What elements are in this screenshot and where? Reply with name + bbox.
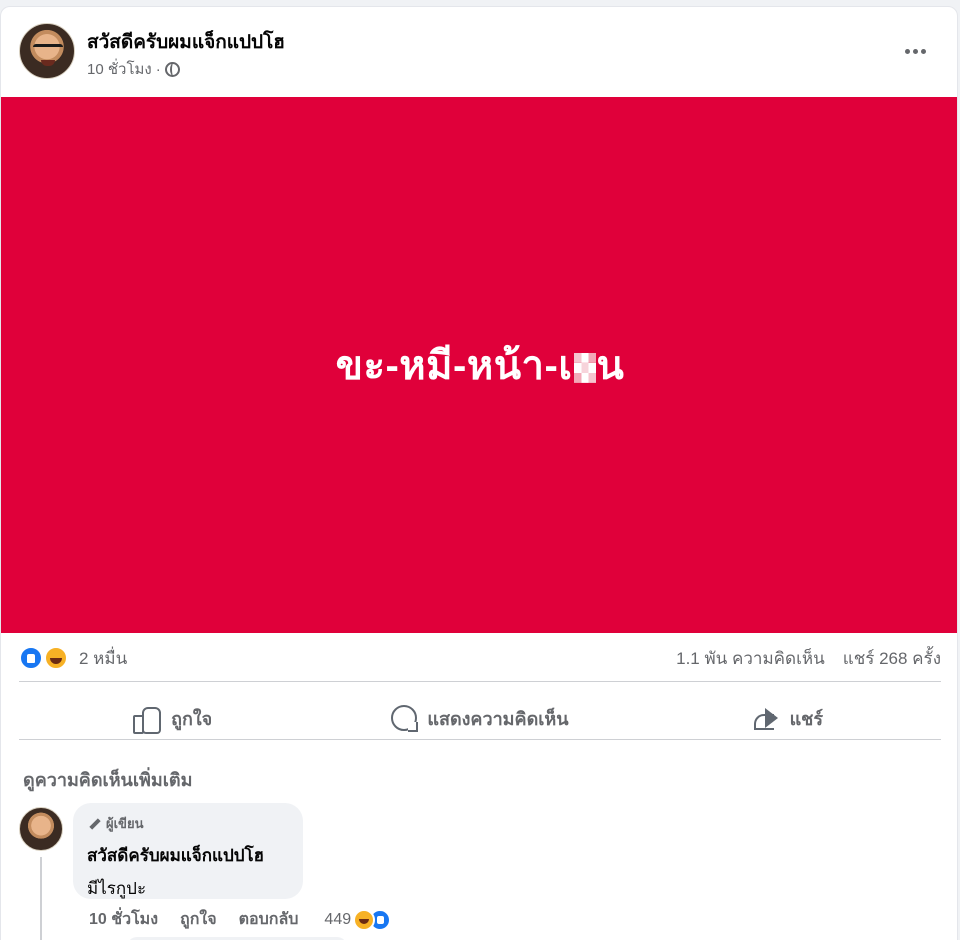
comment-actions: 10 ชั่วโมง ถูกใจ ตอบกลับ 449	[89, 907, 392, 932]
comment-bubble: ผู้เขียน สวัสดีครับผมแจ็กแปปโฮ มีไรกูปะ	[73, 803, 303, 899]
pencil-icon	[87, 817, 101, 831]
post-stats: 1.1 พัน ความคิดเห็น แชร์ 268 ครั้ง	[676, 645, 941, 672]
thread-line	[40, 857, 42, 940]
like-reaction-icon	[19, 646, 43, 670]
more-dot	[904, 48, 910, 54]
reaction-count[interactable]: 2 หมื่น	[79, 645, 127, 672]
comment-button[interactable]: แสดงความคิดเห็น	[326, 693, 633, 743]
thumb-icon	[133, 705, 162, 734]
like-label: ถูกใจ	[171, 708, 213, 729]
post-meta: 10 ชั่วโมง ·	[87, 57, 180, 81]
comment-label: แสดงความคิดเห็น	[427, 708, 569, 729]
comment-icon	[391, 705, 419, 732]
image-text-start: ขะ-หมี-หน้า-เ	[335, 344, 573, 388]
comment-count[interactable]: 1.1 พัน ความคิดเห็น	[676, 645, 825, 672]
reaction-icons[interactable]	[19, 645, 73, 671]
post-timestamp[interactable]: 10 ชั่วโมง	[87, 57, 152, 81]
post-card: สวัสดีครับผมแจ็กแปปโฮ 10 ชั่วโมง · ขะ-หม…	[0, 6, 958, 940]
divider	[19, 739, 941, 740]
view-more-comments-link[interactable]: ดูความคิดเห็นเพิ่มเติม	[23, 765, 192, 794]
share-icon	[752, 706, 780, 730]
comment-reply-button[interactable]: ตอบกลับ	[239, 907, 299, 932]
author-avatar[interactable]	[19, 23, 75, 79]
reactions-summary: 2 หมื่น 1.1 พัน ความคิดเห็น แชร์ 268 ครั…	[19, 643, 941, 673]
comment-timestamp[interactable]: 10 ชั่วโมง	[89, 907, 158, 932]
censor-pixelation	[573, 353, 596, 383]
comment-reactions[interactable]: 449	[324, 908, 392, 931]
post-header: สวัสดีครับผมแจ็กแปปโฮ 10 ชั่วโมง ·	[19, 23, 939, 83]
haha-reaction-icon	[44, 646, 68, 670]
like-button[interactable]: ถูกใจ	[19, 693, 326, 743]
avatar-mouth	[41, 60, 55, 66]
image-text-end: น	[596, 344, 625, 388]
comment-avatar[interactable]	[19, 807, 63, 851]
comment-like-button[interactable]: ถูกใจ	[180, 907, 217, 932]
divider	[19, 681, 941, 682]
author-badge: ผู้เขียน	[87, 813, 289, 834]
more-options-button[interactable]	[897, 33, 933, 69]
share-label: แชร์	[789, 708, 824, 729]
comment-reaction-count: 449	[324, 910, 352, 928]
author-badge-label: ผู้เขียน	[106, 816, 144, 831]
haha-reaction-icon	[353, 908, 376, 931]
share-button[interactable]: แชร์	[634, 693, 941, 743]
share-count[interactable]: แชร์ 268 ครั้ง	[843, 645, 941, 672]
more-dot	[920, 48, 926, 54]
post-image-text: ขะ-หมี-หน้า-เ น	[336, 333, 625, 397]
avatar-glasses	[33, 44, 63, 52]
post-actions: ถูกใจ แสดงความคิดเห็น แชร์	[19, 693, 941, 743]
comment-text: มีไรกูปะ	[87, 879, 147, 898]
meta-separator: ·	[155, 60, 161, 78]
comment-author-name[interactable]: สวัสดีครับผมแจ็กแปปโฮ	[87, 842, 289, 869]
post-author-name[interactable]: สวัสดีครับผมแจ็กแปปโฮ	[87, 27, 285, 57]
more-dot	[912, 48, 918, 54]
globe-icon	[164, 61, 180, 77]
post-image[interactable]: ขะ-หมี-หน้า-เ น	[1, 97, 957, 633]
